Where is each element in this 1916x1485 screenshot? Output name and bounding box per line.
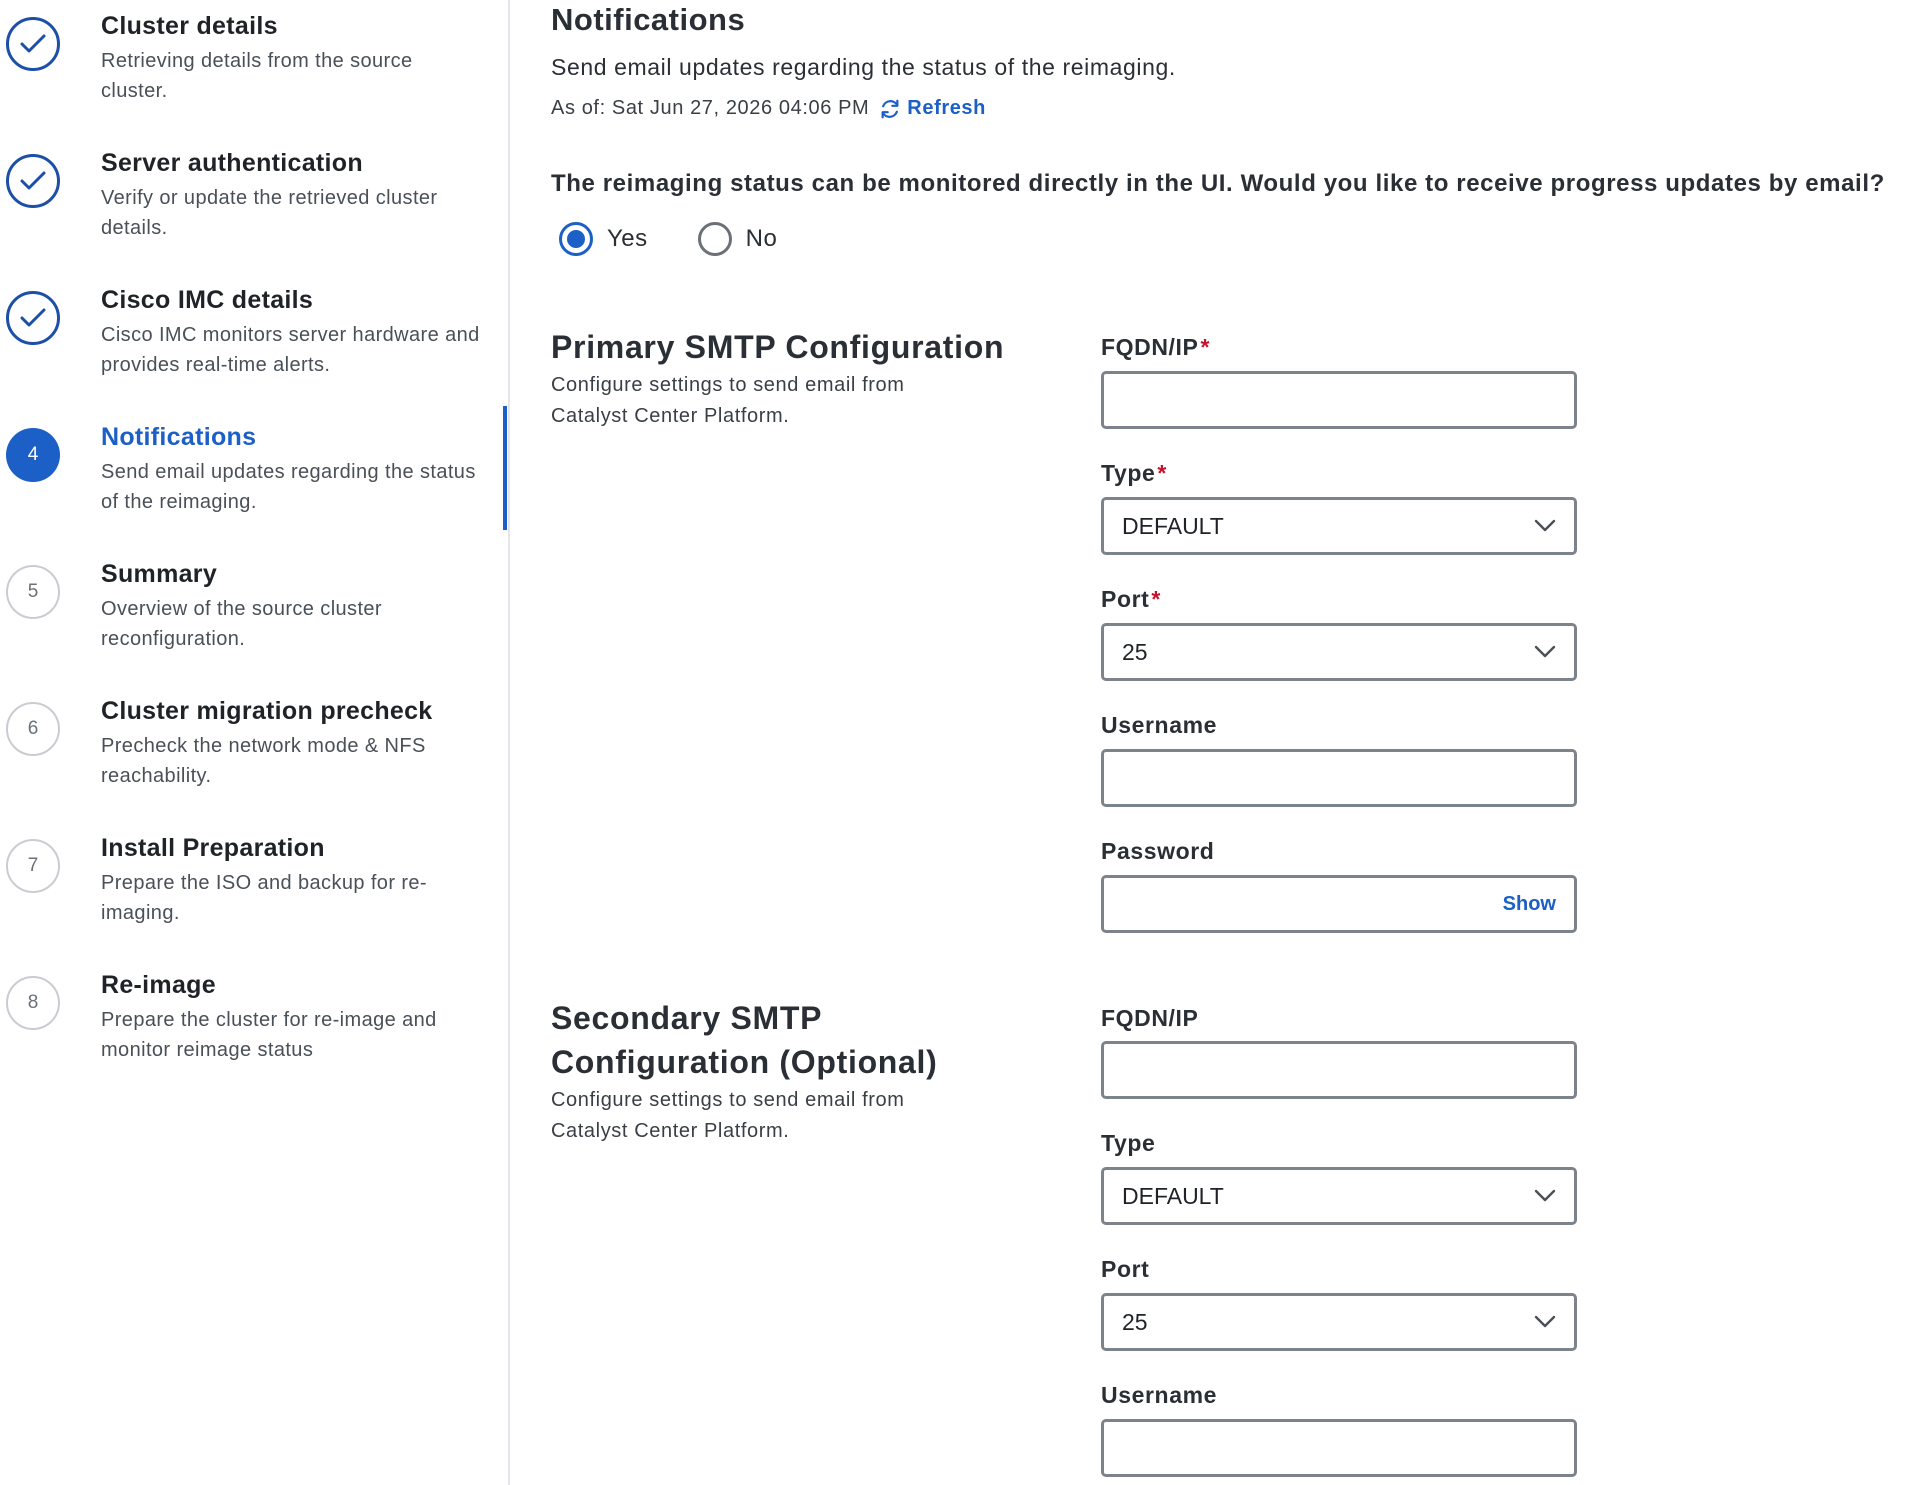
check-icon [6, 291, 60, 345]
radio-button-unchecked[interactable] [697, 222, 732, 256]
secondary-username-label: Username [1101, 1382, 1218, 1408]
step-title: Install Preparation [101, 834, 325, 862]
step-number: 8 [6, 976, 60, 1030]
active-step-indicator [503, 406, 507, 530]
radio-yes[interactable]: Yes [559, 222, 648, 256]
step-description: Send email updates regarding the status … [101, 461, 476, 513]
step-description: Prepare the cluster for re-image and mon… [101, 1009, 437, 1061]
primary-fqdn-label: FQDN/IP* [1101, 334, 1211, 360]
step-title: Cisco IMC details [101, 286, 314, 314]
step-cluster-migration-precheck[interactable]: 6 Cluster migration precheck Precheck th… [0, 695, 510, 825]
secondary-port-value: 25 [1122, 1308, 1148, 1335]
primary-port-select[interactable]: 25 [1101, 623, 1577, 681]
email-updates-radio-group: Yes No [559, 222, 827, 256]
secondary-smtp-description: Configure settings to send email from Ca… [551, 1089, 905, 1142]
step-description: Prepare the ISO and backup for re-imagin… [101, 872, 427, 924]
secondary-fqdn-input[interactable] [1101, 1041, 1577, 1099]
step-description: Verify or update the retrieved cluster d… [101, 187, 438, 239]
step-number: 4 [6, 428, 60, 482]
step-install-preparation[interactable]: 7 Install Preparation Prepare the ISO an… [0, 832, 510, 962]
step-server-authentication[interactable]: Server authentication Verify or update t… [0, 147, 510, 277]
refresh-label: Refresh [907, 97, 986, 119]
primary-username-input[interactable] [1101, 749, 1577, 807]
step-title: Server authentication [101, 149, 363, 177]
secondary-port-select[interactable]: 25 [1101, 1293, 1577, 1351]
page-title: Notifications [551, 2, 746, 37]
secondary-smtp-title: Secondary SMTP Configuration (Optional) [551, 1000, 938, 1080]
step-description: Retrieving details from the source clust… [101, 50, 413, 102]
step-title: Cluster migration precheck [101, 697, 433, 725]
email-updates-question: The reimaging status can be monitored di… [551, 170, 1885, 197]
primary-type-value: DEFAULT [1122, 512, 1224, 539]
primary-password-label: Password [1101, 838, 1215, 864]
chevron-down-icon [1534, 1189, 1556, 1202]
refresh-button[interactable]: Refresh [879, 97, 986, 120]
step-number: 7 [6, 839, 60, 893]
step-cisco-imc-details[interactable]: Cisco IMC details Cisco IMC monitors ser… [0, 284, 510, 414]
check-icon [6, 154, 60, 208]
primary-type-label: Type* [1101, 460, 1167, 486]
step-summary[interactable]: 5 Summary Overview of the source cluster… [0, 558, 510, 688]
main-content: Notifications Send email updates regardi… [512, 0, 1916, 1485]
step-cluster-details[interactable]: Cluster details Retrieving details from … [0, 10, 510, 140]
secondary-port-label: Port [1101, 1256, 1150, 1282]
as-of-text: As of: Sat Jun 27, 2026 04:06 PM [551, 97, 870, 119]
primary-smtp-description: Configure settings to send email from Ca… [551, 374, 905, 427]
step-title: Notifications [101, 423, 257, 451]
primary-port-label: Port* [1101, 586, 1161, 612]
radio-no-label: No [745, 225, 778, 252]
step-number: 5 [6, 565, 60, 619]
primary-username-label: Username [1101, 712, 1218, 738]
primary-password-input[interactable]: Show [1101, 875, 1577, 933]
chevron-down-icon [1534, 519, 1556, 532]
secondary-type-label: Type [1101, 1130, 1156, 1156]
chevron-down-icon [1534, 1315, 1556, 1328]
step-notifications[interactable]: 4 Notifications Send email updates regar… [0, 421, 510, 551]
primary-fqdn-input[interactable] [1101, 371, 1577, 429]
primary-port-value: 25 [1122, 638, 1148, 665]
secondary-type-value: DEFAULT [1122, 1182, 1224, 1209]
refresh-icon [881, 99, 899, 118]
secondary-type-select[interactable]: DEFAULT [1101, 1167, 1577, 1225]
step-description: Precheck the network mode & NFS reachabi… [101, 735, 426, 787]
step-title: Re-image [101, 971, 216, 999]
primary-smtp-title: Primary SMTP Configuration [551, 329, 1005, 365]
step-description: Overview of the source cluster reconfigu… [101, 598, 382, 650]
chevron-down-icon [1534, 645, 1556, 658]
last-updated: As of: Sat Jun 27, 2026 04:06 PM Refresh [551, 97, 986, 120]
show-password-button[interactable]: Show [1503, 893, 1556, 916]
page-subtitle: Send email updates regarding the status … [551, 54, 1176, 80]
step-description: Cisco IMC monitors server hardware and p… [101, 324, 480, 376]
secondary-fqdn-label: FQDN/IP [1101, 1005, 1199, 1031]
step-title: Cluster details [101, 12, 278, 40]
secondary-username-input[interactable] [1101, 1419, 1577, 1477]
radio-button-checked[interactable] [559, 222, 593, 256]
primary-type-select[interactable]: DEFAULT [1101, 497, 1577, 555]
radio-yes-label: Yes [607, 225, 648, 252]
step-title: Summary [101, 560, 218, 588]
wizard-sidebar: Cluster details Retrieving details from … [0, 0, 510, 1485]
step-re-image[interactable]: 8 Re-image Prepare the cluster for re-im… [0, 969, 510, 1099]
check-icon [6, 17, 60, 71]
step-number: 6 [6, 702, 60, 756]
radio-no[interactable]: No [697, 222, 778, 256]
